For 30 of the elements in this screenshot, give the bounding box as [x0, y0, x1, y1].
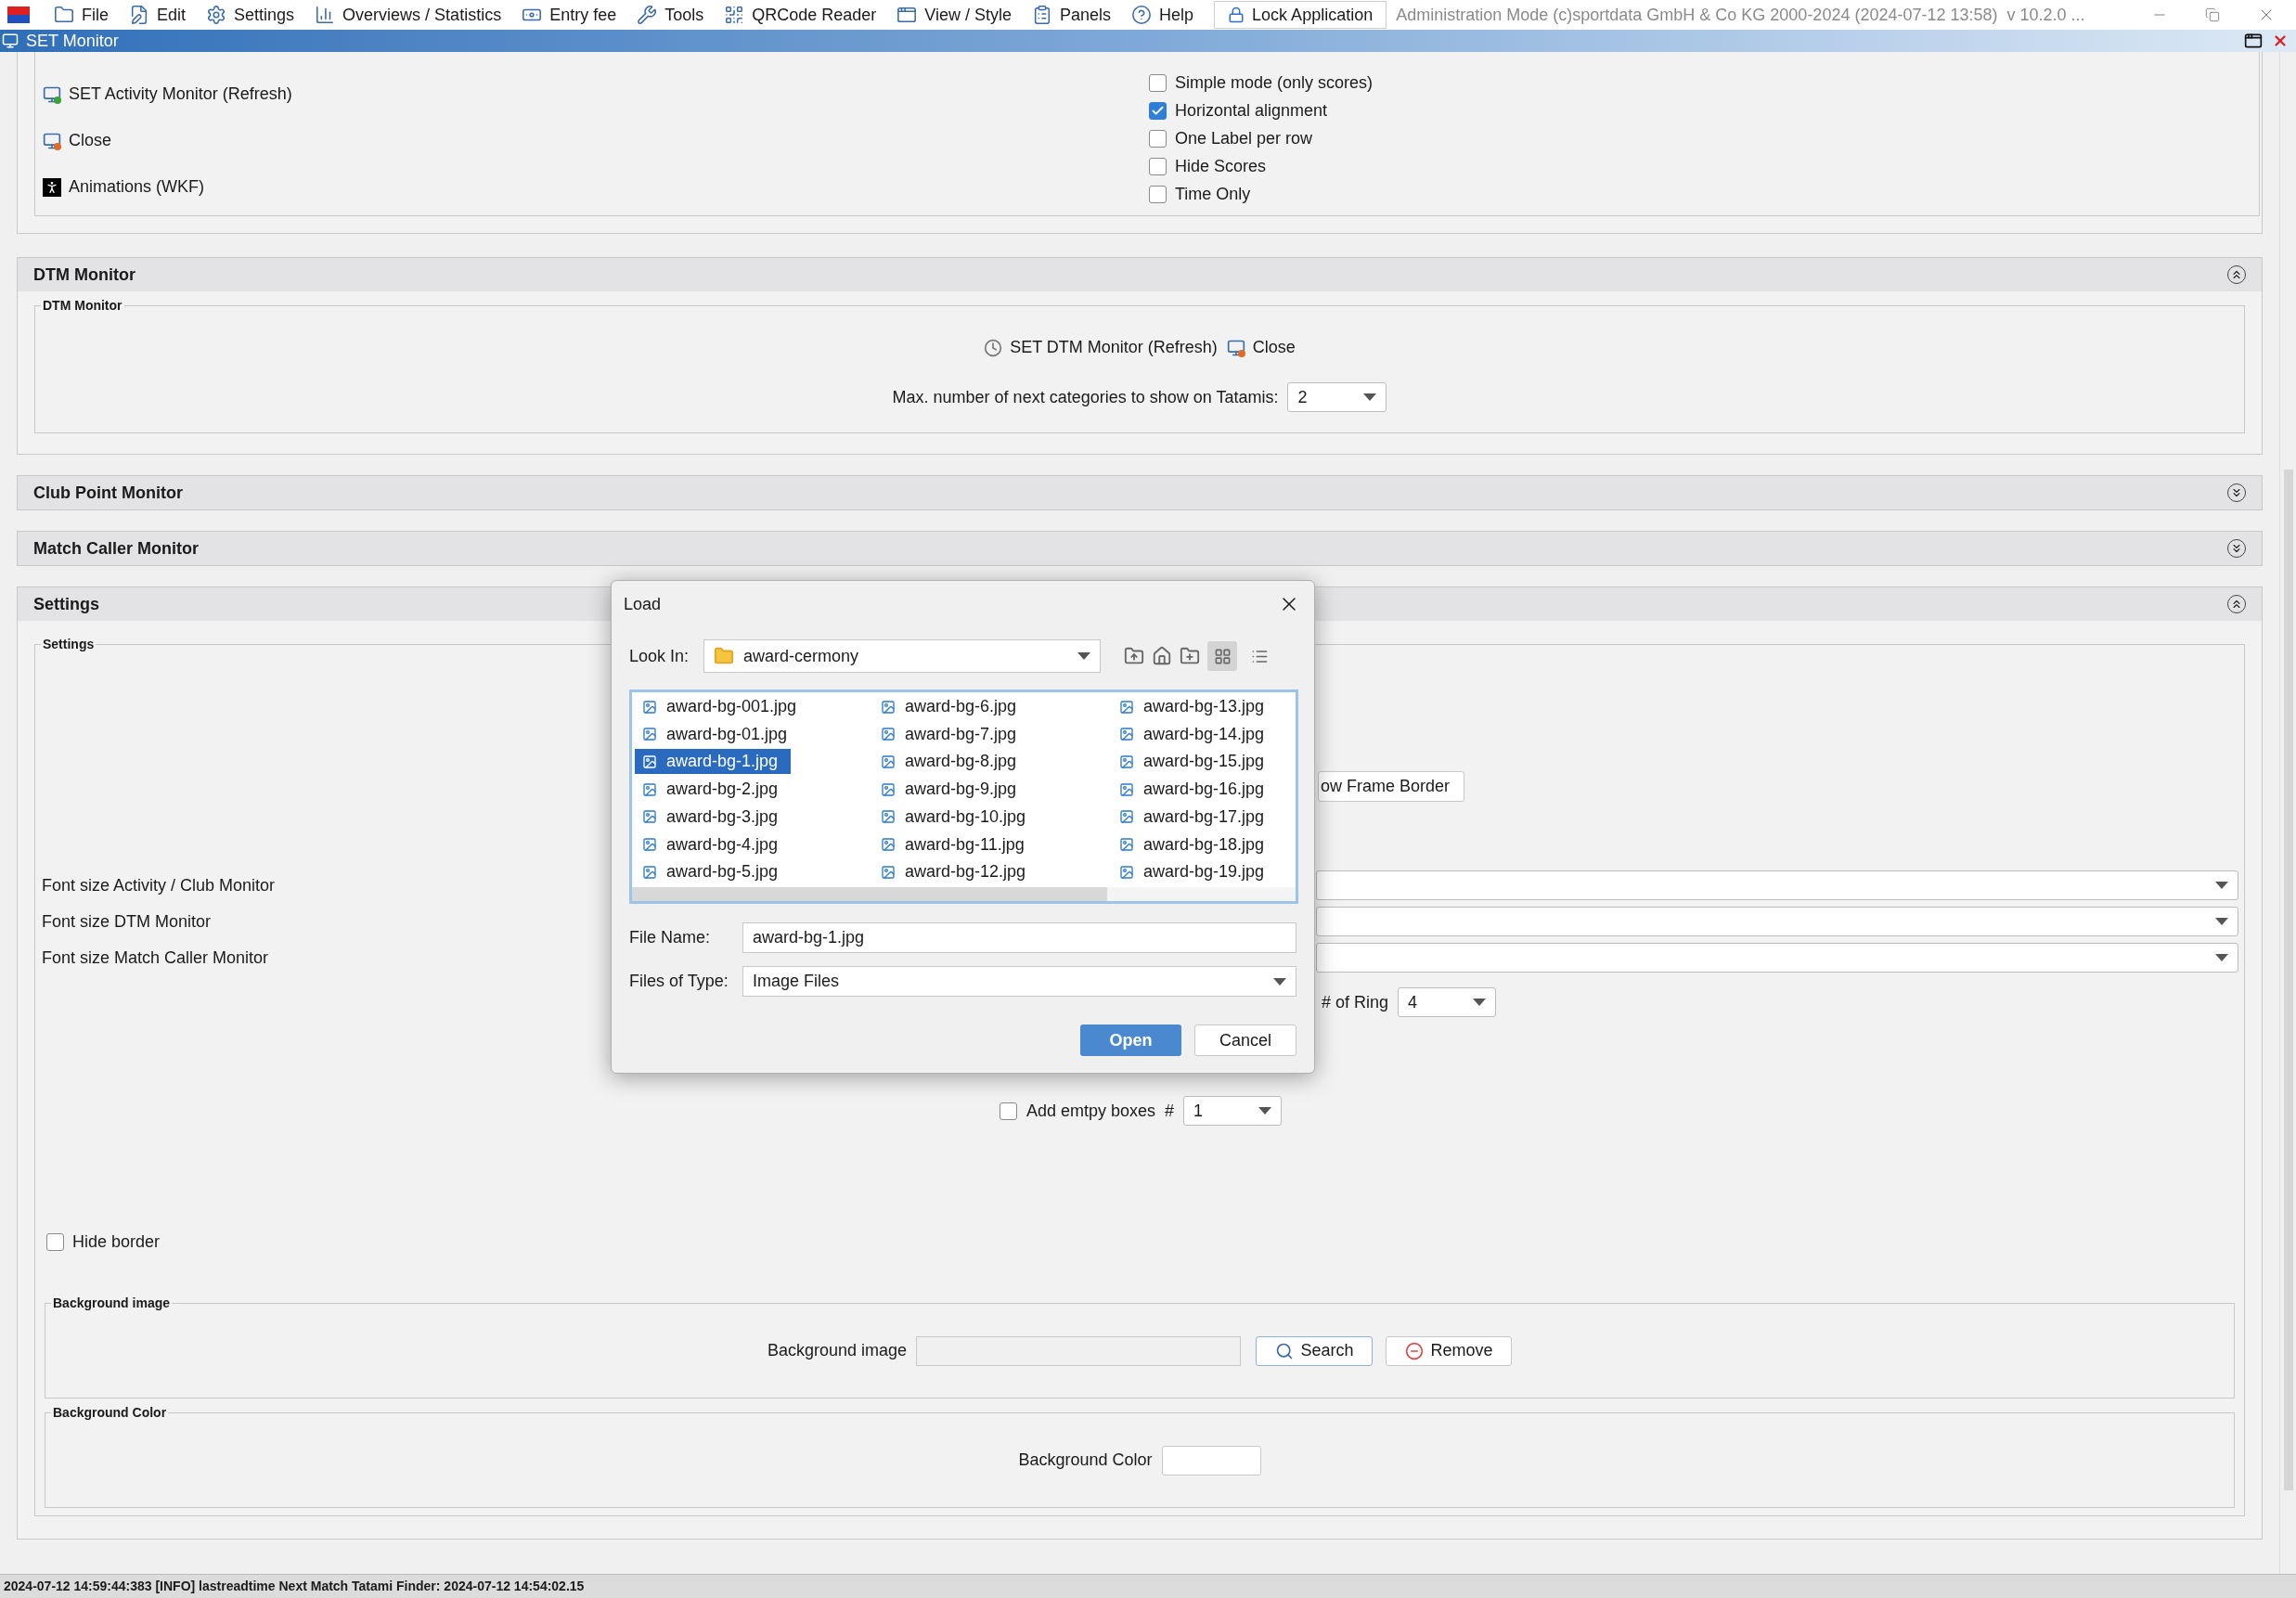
- field-label: # of Ring: [1322, 991, 1389, 1013]
- checkbox-label: Hide Scores: [1175, 155, 1267, 177]
- field-label: Font size DTM Monitor: [42, 910, 212, 933]
- field-label: Background Color: [1018, 1450, 1153, 1471]
- status-text: 2024-07-12 14:59:44:383 [INFO] lastreadtime Next Match Tatami Finder: 2024-07-12 14:54:02.15: [4, 1578, 585, 1595]
- section-title: DTM Monitor: [33, 264, 135, 286]
- dialog-title: Load: [624, 593, 662, 615]
- section-title: Club Point Monitor: [33, 482, 183, 504]
- field-label: Background image: [767, 1340, 908, 1361]
- field-label: File Name:: [629, 927, 712, 948]
- checkbox-label: One Label per row: [1175, 127, 1313, 149]
- checkbox-label: Add emtpy boxes: [1026, 1100, 1156, 1122]
- checkbox-label: Simple mode (only scores): [1175, 71, 1374, 94]
- window-title: SET Monitor: [26, 30, 119, 52]
- checkbox-label: Horizontal alignment: [1175, 99, 1328, 122]
- checkbox-label: Time Only: [1175, 183, 1251, 205]
- hash-label: #: [1165, 1100, 1175, 1122]
- checkbox-label: Hide border: [72, 1231, 161, 1253]
- section-title: Settings: [33, 593, 99, 615]
- group-title: Background image: [51, 1295, 173, 1310]
- field-label: Font size Match Caller Monitor: [42, 947, 269, 969]
- group-title: Settings: [41, 637, 97, 651]
- field-label: Max. number of next categories to show on Tatamis:: [892, 386, 1279, 408]
- group-title: DTM Monitor: [41, 298, 124, 313]
- field-label: Files of Type:: [629, 971, 729, 992]
- section-title: Match Caller Monitor: [33, 537, 199, 560]
- field-label: Font size Activity / Club Monitor: [42, 874, 276, 896]
- group-title: Background Color: [51, 1405, 169, 1420]
- info-text: Administration Mode (c)sportdata GmbH & Co KG 2000-2024 (2024-07-12 13:58) v 10.2.0 ...: [1396, 4, 2085, 26]
- field-label: Look In:: [629, 645, 690, 667]
